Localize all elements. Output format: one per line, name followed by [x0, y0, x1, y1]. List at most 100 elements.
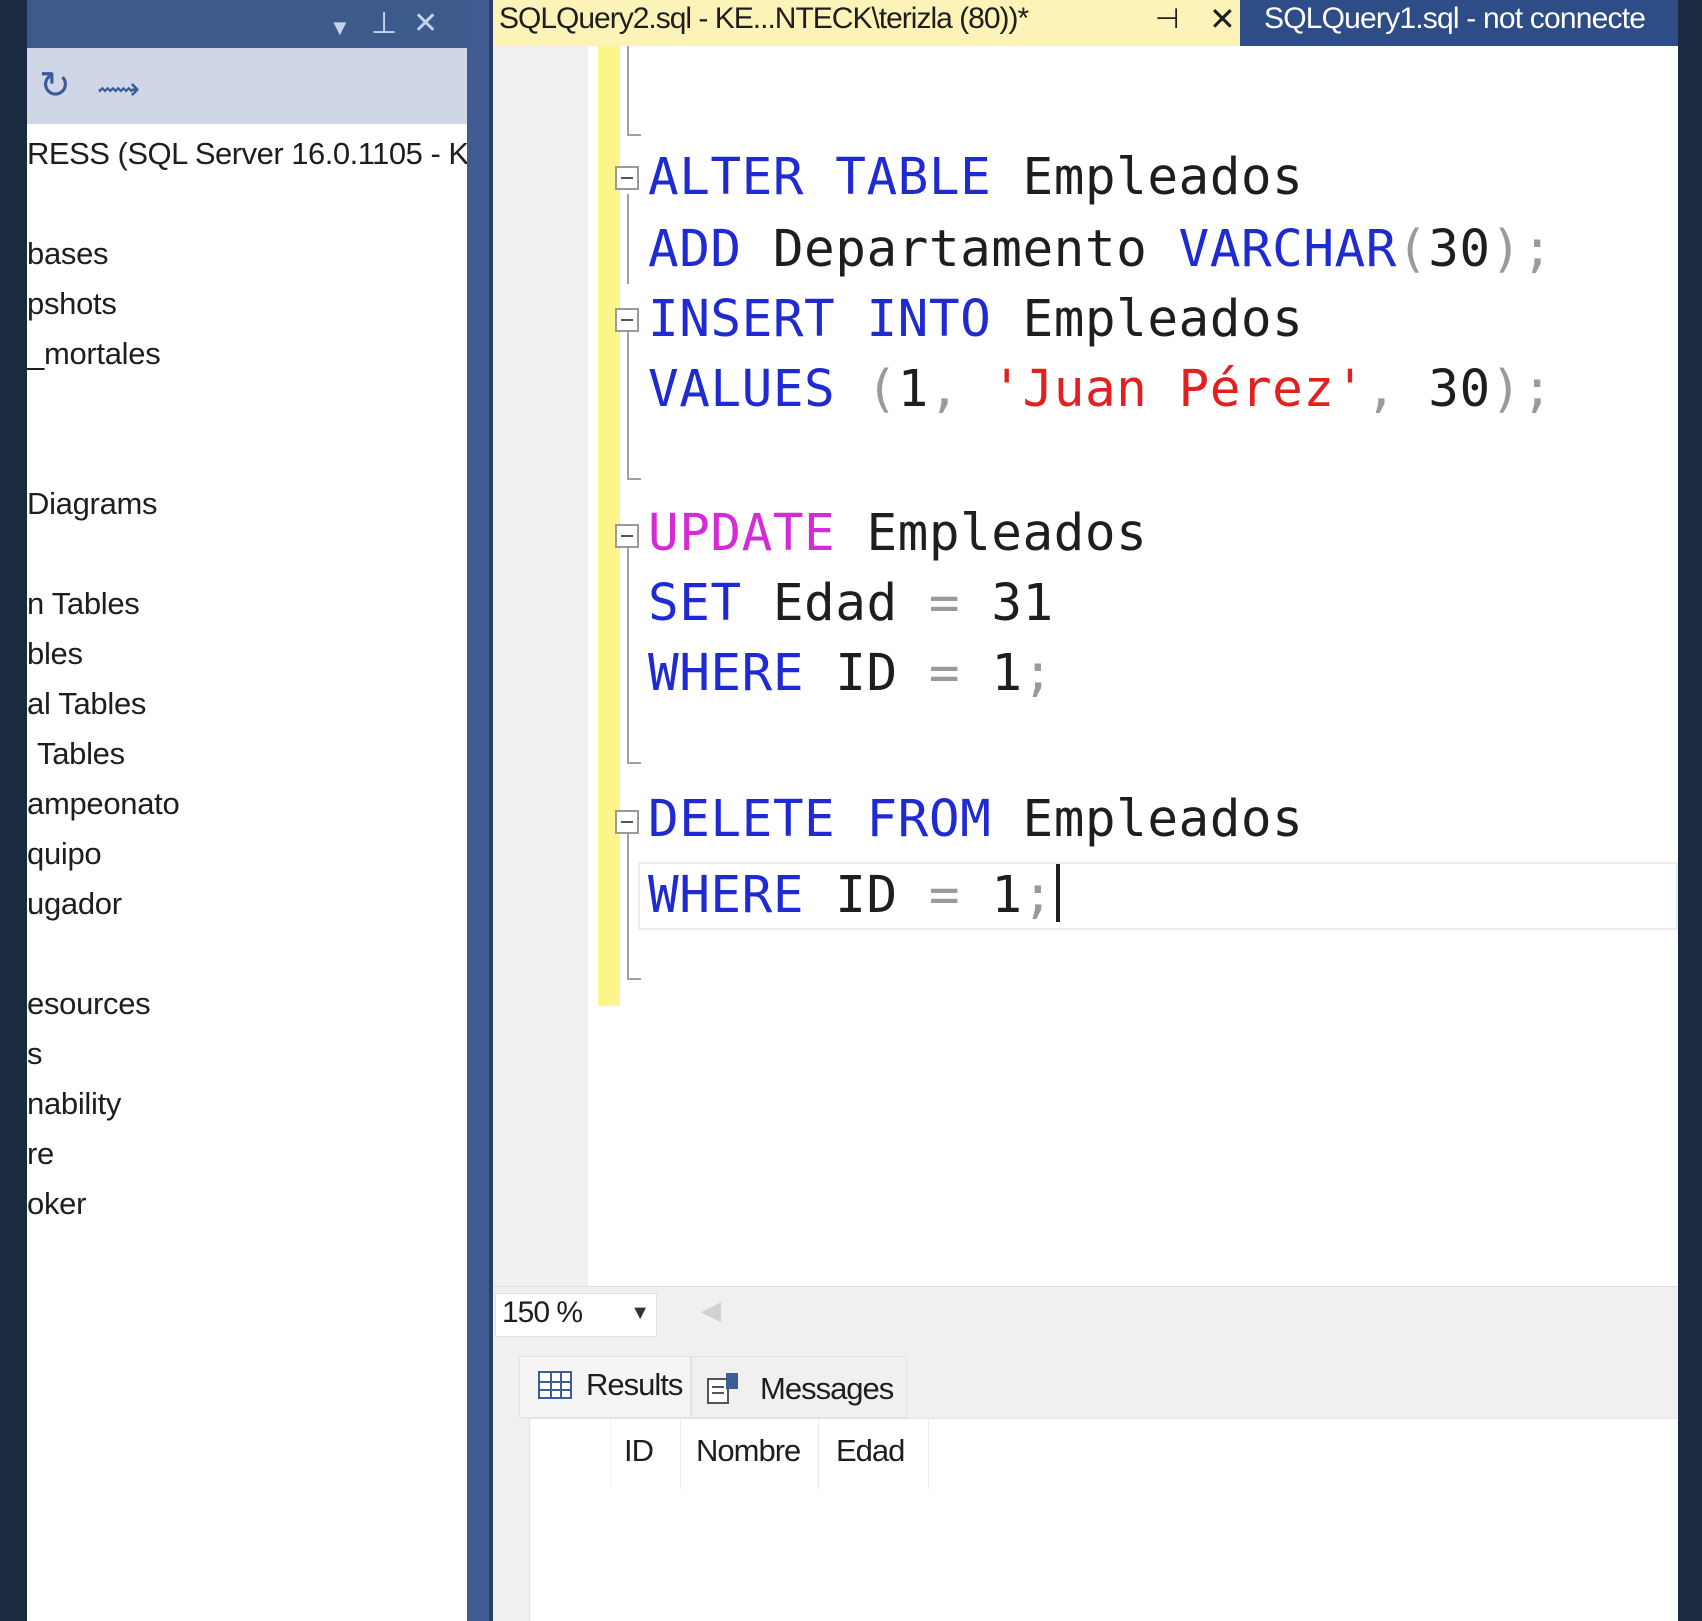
- query-editor[interactable]: ALTER TABLE Empleados ADD Departamento V…: [493, 46, 1678, 1286]
- keyword: WHERE: [648, 644, 805, 703]
- punctuation: ;: [1521, 360, 1554, 419]
- identifier: Empleados: [866, 504, 1148, 563]
- tree-item-database[interactable]: _mortales: [27, 336, 161, 372]
- tab-sqlquery2[interactable]: SQLQuery2.sql - KE...NTECK\terizla (80))…: [493, 0, 1240, 49]
- tree-item-filetables[interactable]: bles: [27, 636, 83, 672]
- column-header[interactable]: Nombre: [680, 1419, 819, 1489]
- number: 30: [1428, 360, 1491, 419]
- tree-item-system-tables[interactable]: n Tables: [27, 586, 140, 622]
- keyword: INTO: [866, 290, 992, 349]
- keyword: INSERT: [648, 290, 836, 349]
- tree-item-snapshots[interactable]: pshots: [27, 286, 117, 322]
- column-header[interactable]: ID: [610, 1419, 681, 1489]
- keyword: WHERE: [648, 866, 805, 925]
- code-line: SET Edad = 31: [648, 574, 1054, 634]
- punctuation: (: [866, 360, 898, 419]
- keyword: ALTER: [648, 148, 805, 207]
- close-icon[interactable]: ✕: [413, 4, 438, 44]
- code-line: INSERT INTO Empleados: [648, 290, 1303, 350]
- grid-icon: [538, 1371, 572, 1399]
- tab-sqlquery1-label: SQLQuery1.sql - not connecte: [1264, 2, 1646, 35]
- zoom-select[interactable]: 150 % ▼: [495, 1293, 657, 1337]
- code-line: ALTER TABLE Empleados: [648, 148, 1303, 208]
- pin-icon[interactable]: ⊣: [1155, 2, 1179, 35]
- tree-item-graph-tables[interactable]: Tables: [37, 736, 125, 772]
- sql-code: ALTER TABLE Empleados ADD Departamento V…: [493, 46, 1678, 1046]
- punctuation: ,: [1365, 360, 1398, 419]
- code-line: ADD Departamento VARCHAR(30);: [648, 220, 1553, 280]
- code-line: DELETE FROM Empleados: [648, 790, 1303, 850]
- tab-messages-label: Messages: [760, 1371, 894, 1406]
- chevron-down-icon: ▼: [630, 1302, 650, 1324]
- code-line: VALUES (1, 'Juan Pérez', 30);: [648, 360, 1553, 420]
- number: 1: [991, 866, 1023, 925]
- tree-item-programmability[interactable]: nability: [27, 1086, 121, 1122]
- zoom-value: 150 %: [502, 1296, 583, 1329]
- number: 1: [897, 360, 929, 419]
- punctuation: (: [1396, 220, 1429, 279]
- operator: =: [928, 574, 961, 633]
- object-explorer-header: ▼ ⊥ ✕: [27, 0, 467, 48]
- pin-icon[interactable]: ⊥: [371, 4, 397, 44]
- identifier: Edad: [772, 574, 898, 633]
- code-line: WHERE ID = 1;: [648, 864, 1060, 926]
- operator: =: [928, 644, 961, 703]
- identifier: ID: [835, 866, 898, 925]
- punctuation: ;: [1022, 644, 1054, 703]
- identifier: Empleados: [1022, 790, 1304, 849]
- tree-item-external-tables[interactable]: al Tables: [27, 686, 146, 722]
- panel-splitter[interactable]: [467, 0, 489, 1621]
- tree-item-synonyms[interactable]: s: [27, 1036, 43, 1072]
- keyword: VALUES: [648, 360, 836, 419]
- column-header-label: Nombre: [696, 1433, 801, 1468]
- identifier: Empleados: [1022, 148, 1304, 207]
- column-header-label: ID: [624, 1433, 654, 1468]
- tree-item-diagrams[interactable]: Diagrams: [27, 486, 158, 522]
- server-node[interactable]: RESS (SQL Server 16.0.1105 - K: [27, 136, 467, 176]
- identifier: ID: [835, 644, 898, 703]
- punctuation: ;: [1022, 866, 1054, 925]
- text-cursor: [1055, 864, 1060, 922]
- punctuation: ;: [1521, 220, 1554, 279]
- number: 31: [991, 574, 1054, 633]
- code-line: WHERE ID = 1;: [648, 644, 1054, 704]
- tab-messages[interactable]: Messages: [691, 1356, 907, 1418]
- punctuation: ,: [928, 360, 961, 419]
- refresh-icon[interactable]: ↻: [39, 66, 71, 106]
- number: 30: [1428, 220, 1491, 279]
- tree-item-table-jugador[interactable]: ugador: [27, 886, 122, 922]
- tab-results-label: Results: [586, 1367, 683, 1402]
- column-header[interactable]: Edad: [818, 1419, 929, 1489]
- scroll-left-icon[interactable]: ◀: [701, 1295, 721, 1326]
- tree-item-table-equipo[interactable]: quipo: [27, 836, 102, 872]
- keyword: DELETE: [648, 790, 836, 849]
- keyword: SET: [648, 574, 742, 633]
- tree-item-table-campeonato[interactable]: ampeonato: [27, 786, 180, 822]
- editor-status-bar: 150 % ▼ ◀: [493, 1286, 1678, 1341]
- tab-sqlquery1[interactable]: SQLQuery1.sql - not connecte: [1240, 0, 1678, 46]
- tree-item-databases[interactable]: bases: [27, 236, 109, 272]
- tab-close-icon[interactable]: ✕: [1209, 0, 1236, 38]
- results-pane: Results Messages ID Nombre Edad: [493, 1340, 1678, 1621]
- object-explorer: ▼ ⊥ ✕ ↻ ⟿ RESS (SQL Server 16.0.1105 - K…: [27, 0, 467, 1621]
- tree-item-external-resources[interactable]: esources: [27, 986, 151, 1022]
- punctuation: ): [1490, 360, 1522, 419]
- dropdown-icon[interactable]: ▼: [329, 8, 351, 48]
- tree-item-storage[interactable]: re: [27, 1136, 54, 1172]
- keyword: UPDATE: [648, 504, 836, 563]
- tab-results[interactable]: Results: [519, 1356, 691, 1418]
- punctuation: ): [1490, 220, 1522, 279]
- keyword: FROM: [866, 790, 992, 849]
- object-explorer-toolbar: ↻ ⟿: [27, 48, 467, 124]
- identifier: Empleados: [1022, 290, 1304, 349]
- messages-icon: [707, 1373, 738, 1404]
- tree-item-service-broker[interactable]: oker: [27, 1186, 86, 1222]
- string-literal: 'Juan Pérez': [991, 360, 1366, 419]
- activity-monitor-icon[interactable]: ⟿: [97, 70, 140, 110]
- ssms-window: ▼ ⊥ ✕ ↻ ⟿ RESS (SQL Server 16.0.1105 - K…: [27, 0, 1678, 1621]
- keyword: ADD: [648, 220, 742, 279]
- keyword: TABLE: [835, 148, 992, 207]
- results-grid[interactable]: ID Nombre Edad: [529, 1418, 1678, 1621]
- tab-sqlquery2-label: SQLQuery2.sql - KE...NTECK\terizla (80))…: [499, 2, 1029, 35]
- operator: =: [928, 866, 961, 925]
